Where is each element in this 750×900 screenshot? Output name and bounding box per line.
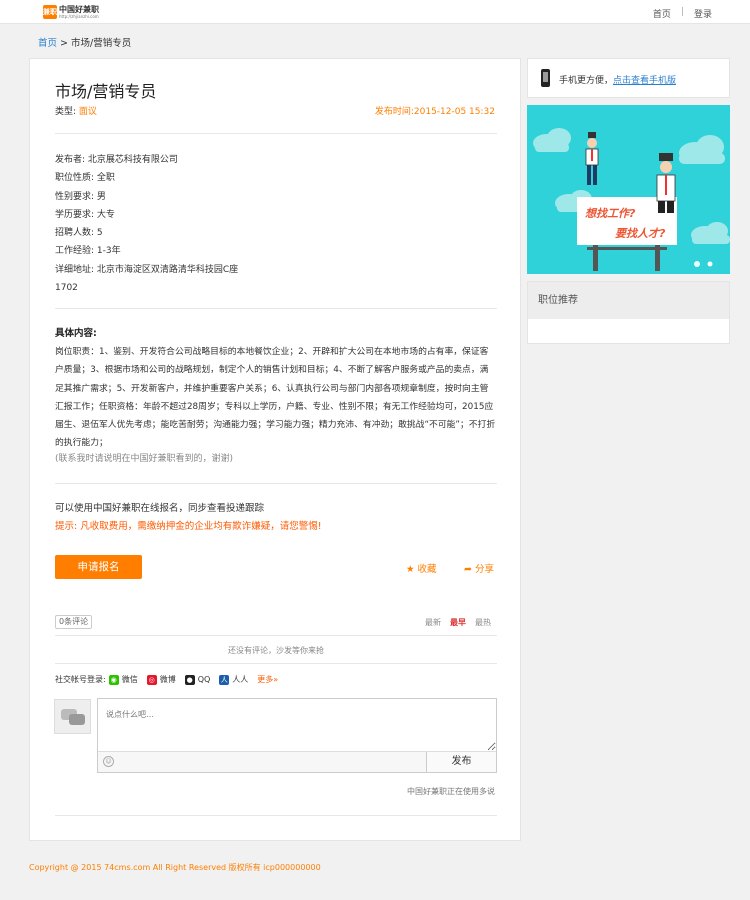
info-nature: 职位性质: 全职 xyxy=(55,173,115,184)
qq-icon: ● xyxy=(184,674,195,685)
promo-banner[interactable]: 想找工作? 要找人才? xyxy=(527,105,730,274)
avatar-chat-icon xyxy=(60,708,85,725)
submit-comment-button[interactable]: 发布 xyxy=(426,752,496,772)
social-login-label: 社交帐号登录: xyxy=(55,675,106,684)
publish-time: 发布时间:2015-12-05 15:32 xyxy=(374,107,495,117)
empty-comments-text: 还没有评论，沙发等你来抢 xyxy=(228,646,324,655)
weibo-icon: ◎ xyxy=(146,674,157,685)
job-type-label: 类型: xyxy=(55,107,79,117)
sort-oldest[interactable]: 最早 xyxy=(450,617,466,628)
social-wechat[interactable]: ◉ 微信 xyxy=(108,674,138,685)
social-wechat-label: 微信 xyxy=(121,675,138,684)
social-qq-label: QQ xyxy=(197,675,211,684)
breadcrumb-current: 市场/营销专员 xyxy=(71,38,132,49)
nav-login-link[interactable]: 登录 xyxy=(694,7,712,20)
divider xyxy=(55,663,497,664)
recommended-jobs-title: 职位推荐 xyxy=(528,282,729,319)
info-gender: 性别要求: 男 xyxy=(55,191,106,202)
breadcrumb-separator: > xyxy=(57,38,72,49)
info-address: 详细地址: 北京市海淀区双清路清华科技园C座 xyxy=(55,264,239,275)
divider xyxy=(55,483,497,484)
site-logo[interactable]: 兼职 中国好兼职 http://zhjianzhi.com xyxy=(43,5,99,19)
social-qq[interactable]: ● QQ xyxy=(184,674,211,685)
sort-newest[interactable]: 最新 xyxy=(425,617,441,628)
content-body: 岗位职责：1、鉴别、开发符合公司战略目标的本地餐饮企业；2、开辟和扩大公司在本地… xyxy=(55,347,496,449)
social-renren[interactable]: 人 人人 xyxy=(219,674,248,685)
social-more-link[interactable]: 更多» xyxy=(257,674,278,685)
top-nav: 首页 | 登录 xyxy=(653,7,712,20)
banner-illustration xyxy=(533,128,730,271)
social-weibo[interactable]: ◎ 微博 xyxy=(146,674,176,685)
footer-copyright: Copyright @ 2015 74cms.com All Right Res… xyxy=(29,863,321,872)
comment-editor: ☺ 发布 xyxy=(97,698,497,773)
wechat-icon: ◉ xyxy=(108,674,119,685)
apply-info: 可以使用中国好兼职在线报名，同步查看投递跟踪 xyxy=(55,503,265,514)
emoji-icon[interactable]: ☺ xyxy=(103,756,114,767)
divider xyxy=(55,635,497,636)
content-note: (联系我时请说明在中国好兼职看到的，谢谢) xyxy=(55,454,234,464)
mobile-text-label: 手机更方便， xyxy=(559,76,614,86)
comment-sort: 最新 最早 最热 xyxy=(425,617,491,628)
social-weibo-label: 微博 xyxy=(159,675,176,684)
phone-icon xyxy=(541,69,550,87)
share-button[interactable]: ➦ 分享 xyxy=(464,561,494,575)
divider xyxy=(55,815,497,816)
comment-count-badge[interactable]: 0条评论 xyxy=(55,615,93,629)
recommended-jobs-panel: 职位推荐 xyxy=(527,281,730,344)
sort-hottest[interactable]: 最热 xyxy=(475,617,491,628)
social-renren-label: 人人 xyxy=(232,675,249,684)
info-address-cont: 1702 xyxy=(55,283,78,294)
renren-icon: 人 xyxy=(219,674,230,685)
divider xyxy=(55,308,497,309)
apply-button[interactable]: 申请报名 xyxy=(55,555,142,579)
content-title: 具体内容: xyxy=(55,328,97,339)
nav-separator: | xyxy=(680,7,684,17)
comment-input[interactable] xyxy=(98,699,496,751)
job-type: 类型: 面议 xyxy=(55,104,97,117)
mobile-text: 手机更方便，点击查看手机版 xyxy=(559,73,676,86)
logo-url: http://zhjianzhi.com xyxy=(59,13,99,19)
logo-mark-icon: 兼职 xyxy=(43,5,57,19)
job-detail-card: 市场/营销专员 类型: 面议 发布时间:2015-12-05 15:32 发布者… xyxy=(29,58,521,841)
logo-name: 中国好兼职 xyxy=(59,4,99,14)
banner-line-2: 要找人才? xyxy=(615,227,666,240)
fraud-warning: 提示: 凡收取费用，需缴纳押金的企业均有欺诈嫌疑，请您警惕! xyxy=(55,521,322,532)
info-headcount: 招聘人数: 5 xyxy=(55,228,103,239)
page-title: 市场/营销专员 xyxy=(55,82,157,101)
banner-line-1: 想找工作? xyxy=(585,207,636,220)
comment-toolbar: ☺ 发布 xyxy=(98,751,496,772)
mobile-version-panel: 手机更方便，点击查看手机版 xyxy=(527,58,730,98)
divider xyxy=(55,133,497,134)
breadcrumb-home-link[interactable]: 首页 xyxy=(38,38,57,49)
social-login: 社交帐号登录: ◉ 微信 ◎ 微博 ● QQ 人 人人 更多» xyxy=(55,674,278,685)
avatar xyxy=(54,699,91,734)
logo-text: 中国好兼职 http://zhjianzhi.com xyxy=(59,4,99,19)
job-info-list: 发布者: 北京展芯科技有限公司 职位性质: 全职 性别要求: 男 学历要求: 大… xyxy=(55,151,497,297)
favorite-button[interactable]: ★ 收藏 xyxy=(406,561,437,575)
nav-home-link[interactable]: 首页 xyxy=(653,7,671,20)
top-bar: 兼职 中国好兼职 http://zhjianzhi.com 首页 | 登录 xyxy=(0,0,750,24)
info-experience: 工作经验: 1-3年 xyxy=(55,246,121,257)
mobile-version-link[interactable]: 点击查看手机版 xyxy=(613,76,676,86)
powered-by-link[interactable]: 中国好兼职正在使用多说 xyxy=(407,786,495,797)
info-education: 学历要求: 大专 xyxy=(55,209,115,220)
job-type-value: 面议 xyxy=(78,107,97,117)
breadcrumb: 首页 > 市场/营销专员 xyxy=(38,35,131,49)
info-publisher: 发布者: 北京展芯科技有限公司 xyxy=(55,155,178,165)
